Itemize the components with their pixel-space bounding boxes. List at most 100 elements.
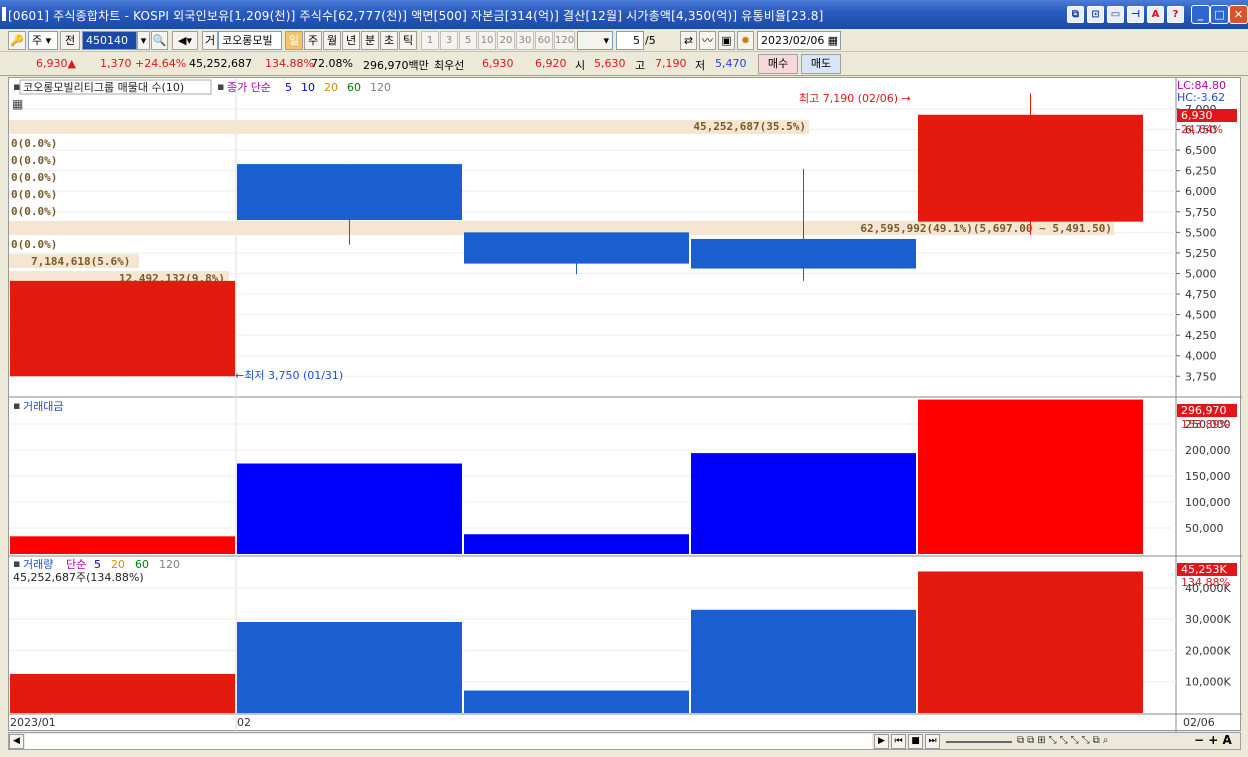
ma-legend-label: 종가 단순 xyxy=(227,81,271,94)
price-tick-label: 5,750 xyxy=(1185,206,1217,219)
pin-icon[interactable]: ⊣ xyxy=(1127,6,1144,23)
font-icon[interactable]: A xyxy=(1147,6,1164,23)
volume-current-pct: 134.88% xyxy=(1181,576,1230,589)
volume-ma-period: 5 xyxy=(94,558,101,571)
volume-ma-period: 20 xyxy=(111,558,125,571)
ma-legend-period: 60 xyxy=(347,81,361,94)
link-icon[interactable]: ⧉ xyxy=(1067,6,1084,23)
hc-label: HC:-3.62 xyxy=(1177,91,1225,104)
interval-button-20[interactable]: 20 xyxy=(497,31,515,50)
period-tab-1[interactable]: 주 xyxy=(304,31,322,50)
period-tab-5[interactable]: 초 xyxy=(380,31,398,50)
stock-type-button[interactable]: 거 xyxy=(202,31,218,50)
help-icon[interactable]: ? xyxy=(1167,6,1184,23)
volume-ma-label: 단순 xyxy=(66,558,86,571)
price-tick-label: 4,500 xyxy=(1185,309,1217,322)
legend-bullet: ▪ xyxy=(217,80,224,93)
volume-profile-label: 0(0.0%) xyxy=(11,137,57,150)
interval-button-60[interactable]: 60 xyxy=(535,31,553,50)
drawing-tools[interactable]: ⧉⧉⊞⤡⤡⤡⤡⧉⌕ xyxy=(1017,735,1212,749)
amount-bar xyxy=(691,453,916,554)
prev-button[interactable]: 전 xyxy=(60,31,80,50)
code-input[interactable]: 450140 xyxy=(82,31,137,50)
date-input[interactable]: 2023/02/06 ▦ xyxy=(757,31,841,50)
chart-scrollbar[interactable]: ◀ ▶ ⏮ ■ ⏭ ⧉⧉⊞⤡⤡⤡⤡⧉⌕ − + A xyxy=(8,732,1241,750)
lock-icon[interactable]: 🔑 xyxy=(8,31,26,50)
stop-icon[interactable]: ■ xyxy=(908,734,923,749)
candle-body xyxy=(691,238,916,269)
volume-bar xyxy=(918,571,1143,713)
speaker-icon[interactable]: ◀▾ xyxy=(172,31,198,50)
zoom-controls[interactable]: − + A xyxy=(1194,733,1242,747)
last-page-icon[interactable]: ⏭ xyxy=(925,734,940,749)
window-icon[interactable]: ▭ xyxy=(1107,6,1124,23)
chart-area[interactable]: 7,0006,7506,5006,2506,0005,7505,5005,250… xyxy=(8,77,1242,732)
interval-button-120[interactable]: 120 xyxy=(554,31,575,50)
price-tick-label: 6,500 xyxy=(1185,144,1217,157)
save-icon[interactable]: ▣ xyxy=(718,31,735,50)
first-page-icon[interactable]: ⏮ xyxy=(891,734,906,749)
search-icon[interactable]: 🔍 xyxy=(151,31,168,50)
interval-button-30[interactable]: 30 xyxy=(516,31,534,50)
sell-button[interactable]: 매도 xyxy=(801,54,841,74)
amount-current-tag: 296,970 xyxy=(1181,404,1227,417)
chart-svg: 7,0006,7506,5006,2506,0005,7505,5005,250… xyxy=(9,78,1242,732)
scroll-track[interactable] xyxy=(25,734,872,749)
period-tab-0[interactable]: 일 xyxy=(285,31,303,50)
tile-icon[interactable]: ⊡ xyxy=(1087,6,1104,23)
scroll-right-icon[interactable]: ▶ xyxy=(874,734,889,749)
period-tab-2[interactable]: 월 xyxy=(323,31,341,50)
amount-tick-label: 200,000 xyxy=(1185,444,1231,457)
period-tab-4[interactable]: 분 xyxy=(361,31,379,50)
quote-bar: 6,930▲ 1,370 +24.64% 45,252,687 134.88% … xyxy=(0,52,1248,76)
period-tab-6[interactable]: 틱 xyxy=(399,31,417,50)
amount-legend: 거래대금 xyxy=(23,400,63,413)
interval-button-5[interactable]: 5 xyxy=(459,31,477,50)
tool-arrows-icon[interactable]: ⇄ xyxy=(680,31,697,50)
chart-tool-icon[interactable]: 〰 xyxy=(699,31,716,50)
ma-legend-period: 5 xyxy=(285,81,292,94)
close-button[interactable]: ✕ xyxy=(1229,5,1248,24)
period-tab-3[interactable]: 년 xyxy=(342,31,360,50)
amount-tick-label: 50,000 xyxy=(1185,522,1224,535)
stock-name-field[interactable]: 코오롱모빌 xyxy=(218,31,282,50)
minimize-button[interactable]: _ xyxy=(1191,5,1210,24)
interval-button-1[interactable]: 1 xyxy=(421,31,439,50)
volume-tick-label: 10,000K xyxy=(1185,676,1231,689)
market-select[interactable]: 주 ▾ xyxy=(28,31,58,50)
ma-legend-period: 120 xyxy=(370,81,391,94)
price-tick-label: 4,250 xyxy=(1185,329,1217,342)
volume-profile-label: 0(0.0%) xyxy=(11,171,57,184)
toolbar: 🔑 주 ▾ 전 450140 ▾ 🔍 ◀▾ 거 코오롱모빌 일주월년분초틱 13… xyxy=(0,29,1248,52)
amount-tick-label: 150,000 xyxy=(1185,470,1231,483)
interval-button-3[interactable]: 3 xyxy=(440,31,458,50)
ask-price: 6,930 xyxy=(482,57,514,70)
volume-ratio: 134.88% xyxy=(265,57,314,70)
price-legend-name: 코오롱모빌리티그룹 매물대 수(10) xyxy=(23,81,184,94)
volume-profile-label: 0(0.0%) xyxy=(11,238,57,251)
scroll-left-icon[interactable]: ◀ xyxy=(9,734,24,749)
calendar-icon[interactable]: ▦ xyxy=(828,32,838,49)
ma-legend-period: 20 xyxy=(324,81,338,94)
interval-button-10[interactable]: 10 xyxy=(478,31,496,50)
turnover-rate: 72.08% xyxy=(311,57,353,70)
settings-icon[interactable]: ✹ xyxy=(737,31,754,50)
interval-buttons: 1 3 5 10 20 30 60 120 xyxy=(421,31,575,50)
volume-info: 45,252,687주(134.88%) xyxy=(13,571,144,584)
price-tick-label: 6,250 xyxy=(1185,165,1217,178)
price-tick-label: 5,000 xyxy=(1185,267,1217,280)
code-dropdown-icon[interactable]: ▾ xyxy=(137,31,150,50)
zoom-slider[interactable] xyxy=(946,741,1012,743)
volume-current-tag: 45,253K xyxy=(1181,563,1227,576)
interval-select[interactable]: ▾ xyxy=(577,31,613,50)
volume-tick-label: 20,000K xyxy=(1185,644,1231,657)
high-price: 7,190 xyxy=(655,57,687,70)
page-input[interactable]: 5 xyxy=(616,31,644,50)
buy-button[interactable]: 매수 xyxy=(758,54,798,74)
page-total: /5 xyxy=(645,34,656,47)
maximize-button[interactable]: □ xyxy=(1210,5,1229,24)
volume-profile-label: 45,252,687(35.5%) xyxy=(693,120,806,133)
amount-tick-label: 100,000 xyxy=(1185,496,1231,509)
amount-bar xyxy=(10,536,235,554)
best-quote-label: 최우선 xyxy=(434,59,465,72)
